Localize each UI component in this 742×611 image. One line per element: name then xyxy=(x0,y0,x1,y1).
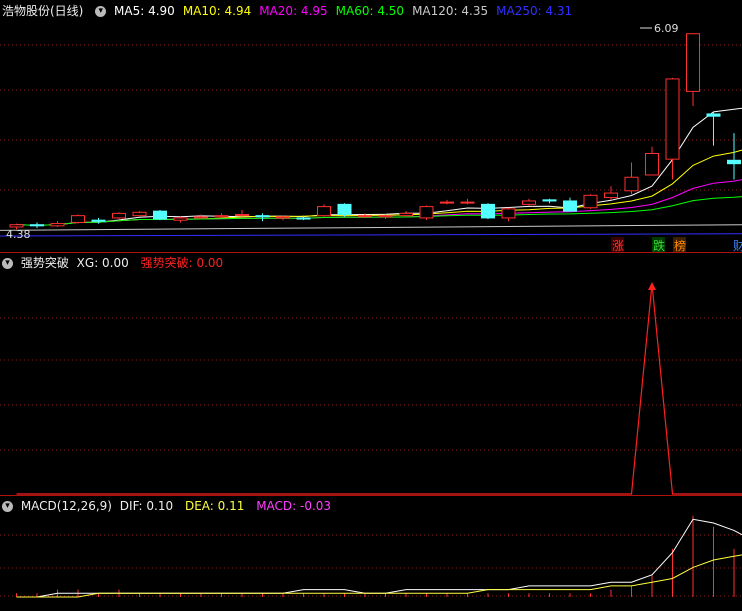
candle-body xyxy=(399,212,413,217)
xg-line xyxy=(16,283,742,495)
candle-body xyxy=(665,78,680,160)
candle-body xyxy=(9,224,24,228)
marker-cai[interactable]: 财 xyxy=(733,239,742,253)
candle-body xyxy=(686,33,700,92)
ma120-line xyxy=(0,224,742,231)
candle-body xyxy=(30,224,44,227)
candle-body xyxy=(604,192,618,199)
ma250-line xyxy=(0,233,742,237)
candle-body xyxy=(132,211,147,217)
candle-body xyxy=(91,219,106,222)
candle-body xyxy=(235,214,249,217)
candlesticks xyxy=(9,33,741,230)
marker-bang[interactable]: 榜 xyxy=(674,238,686,253)
candle-body xyxy=(624,176,639,192)
xg-signal-marker xyxy=(648,282,656,290)
candle-body xyxy=(255,215,270,218)
candle-body xyxy=(706,113,721,117)
macd-plot xyxy=(16,515,742,598)
candle-body xyxy=(112,212,126,219)
candle-body xyxy=(317,206,331,217)
candle-body xyxy=(501,208,516,219)
candle-body xyxy=(522,200,536,205)
candle-body xyxy=(460,201,475,204)
candle-body xyxy=(71,215,85,223)
candle-body xyxy=(173,217,188,221)
ma-line xyxy=(16,196,742,226)
candle-body xyxy=(542,199,557,202)
candle-body xyxy=(296,217,311,220)
candle-body xyxy=(727,159,741,165)
marker-zhang[interactable]: 涨 xyxy=(612,238,624,253)
xg-signal-plot xyxy=(16,282,742,495)
marker-row: 涨 跌 榜 财 xyxy=(611,237,742,253)
candle-body xyxy=(563,200,577,212)
dea-line xyxy=(16,554,742,598)
candle-body xyxy=(358,215,372,218)
candle-body xyxy=(276,216,290,219)
candle-body xyxy=(583,194,598,209)
candle-body xyxy=(194,216,208,219)
high-price-label: 6.09 xyxy=(654,22,679,35)
candle-body xyxy=(153,210,167,220)
stock-chart[interactable]: 6.09 4.38 涨 跌 榜 财 xyxy=(0,0,742,611)
marker-die[interactable]: 跌 xyxy=(653,238,665,253)
low-price-label: 4.38 xyxy=(6,228,31,241)
candle-body xyxy=(337,203,352,216)
candle-body xyxy=(440,201,454,204)
candle-body xyxy=(214,215,229,218)
candle-body xyxy=(481,203,495,219)
candle-body xyxy=(50,223,65,227)
candle-body xyxy=(378,215,393,218)
candle-body xyxy=(645,153,659,176)
candle-body xyxy=(419,206,434,219)
